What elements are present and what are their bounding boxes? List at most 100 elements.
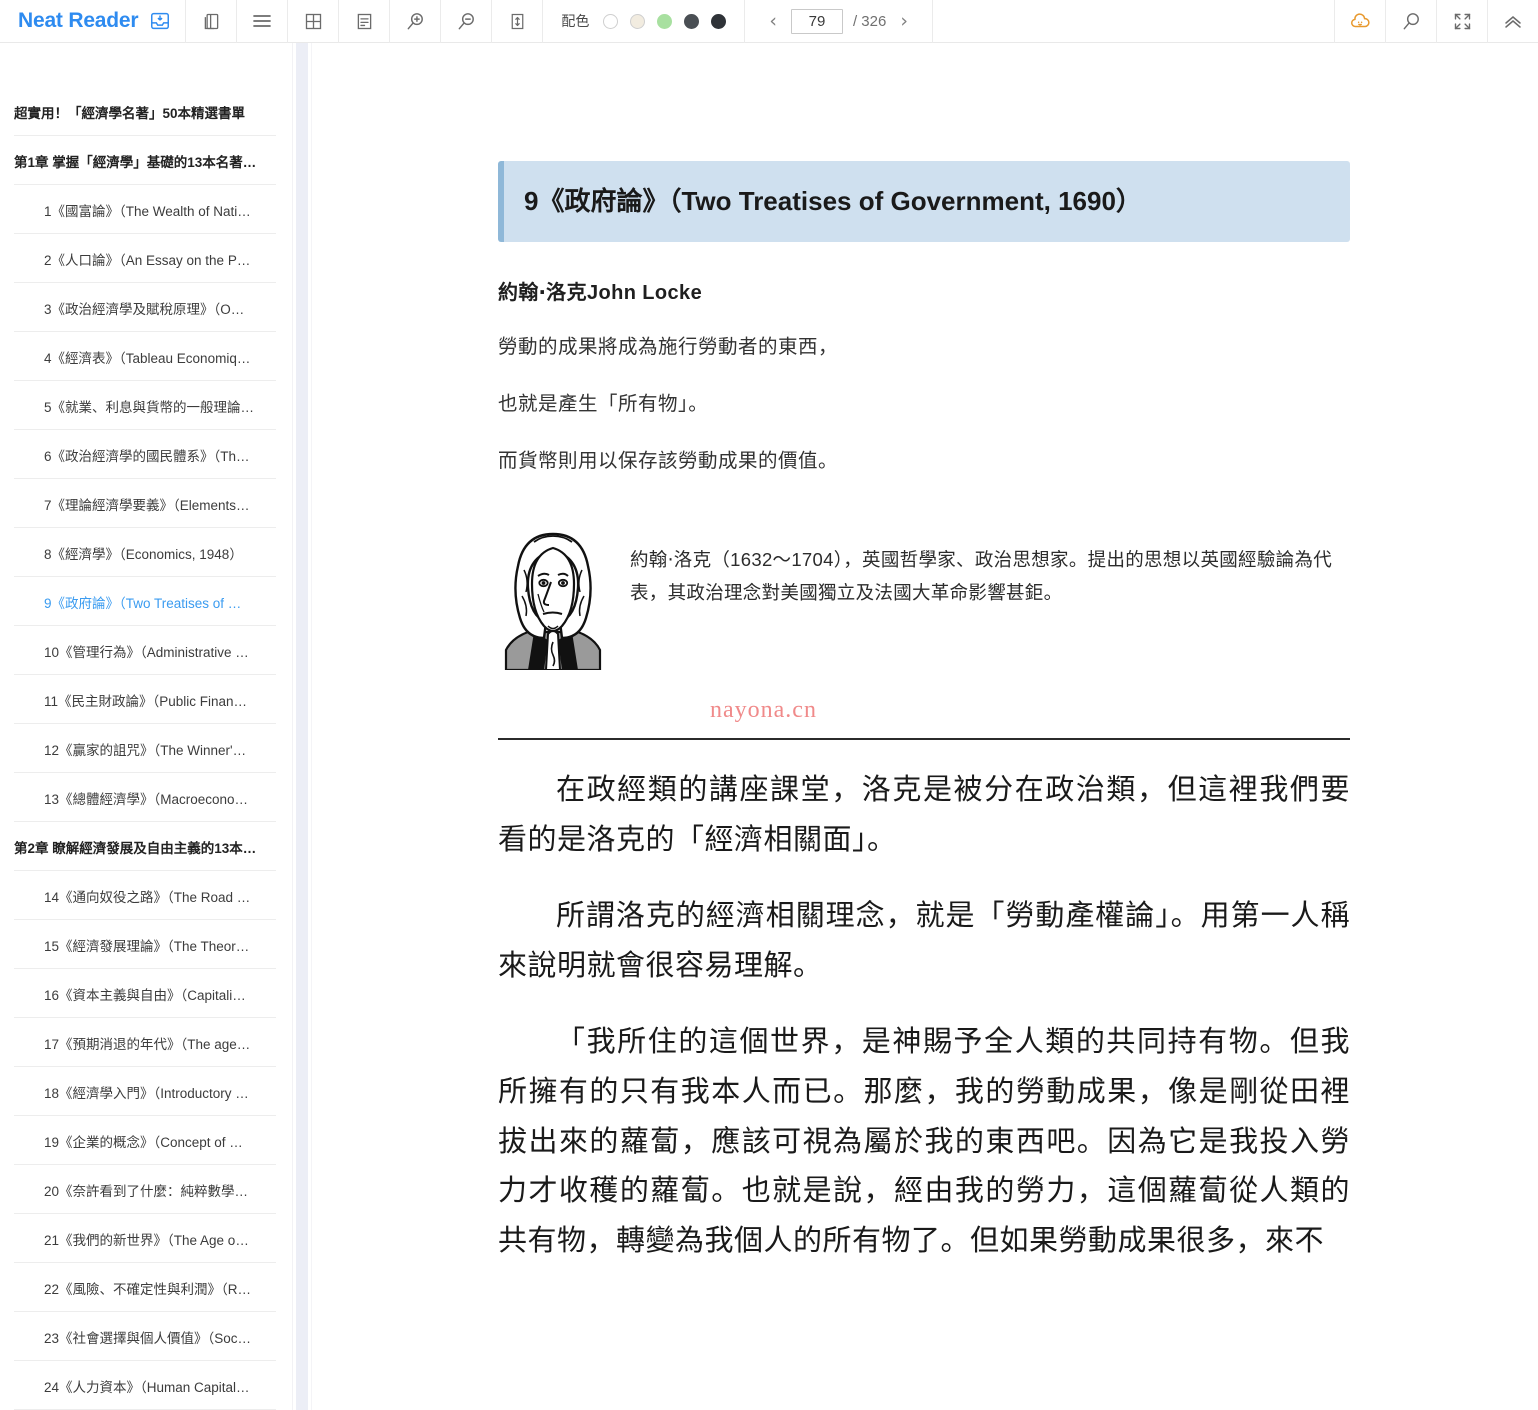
author-bio-text: 約翰‧洛克（1632～1704），英國哲學家、政治思想家。提出的思想以英國經驗論… <box>630 549 1333 604</box>
sidebar-item-label: 24《人力資本》（Human Capital… <box>44 1379 250 1395</box>
sidebar-item-26[interactable]: 24《人力資本》（Human Capital… <box>0 1361 290 1410</box>
sidebar-item-label: 4《經濟表》（Tableau Economiq… <box>44 350 251 366</box>
sidebar-resize-divider[interactable] <box>290 43 316 1410</box>
swatch-gray[interactable] <box>684 13 700 29</box>
sidebar-item-5[interactable]: 4《經濟表》（Tableau Economiq… <box>0 332 290 381</box>
divider-edge-right <box>311 43 312 1410</box>
sidebar-item-label: 7《理論經濟學要義》（Elements… <box>44 497 250 513</box>
sidebar-item-8[interactable]: 7《理論經濟學要義》（Elements… <box>0 479 290 528</box>
sidebar-item-18[interactable]: 16《資本主義與自由》（Capitali… <box>0 969 290 1018</box>
swatch-dark[interactable] <box>711 13 727 29</box>
zoom-in-icon[interactable] <box>390 0 440 43</box>
copy-pages-icon[interactable] <box>186 0 236 43</box>
menu-icon[interactable] <box>237 0 287 43</box>
sidebar-item-6[interactable]: 5《就業、利息與貨幣的一般理論… <box>0 381 290 430</box>
sidebar-item-label: 11《民主財政論》（Public Finan… <box>44 693 248 709</box>
sidebar-item-3[interactable]: 2《人口論》（An Essay on the P… <box>0 234 290 283</box>
sidebar-item-label: 9《政府論》（Two Treatises of … <box>44 595 242 611</box>
sidebar-item-13[interactable]: 12《贏家的詛咒》（The Winner'… <box>0 724 290 773</box>
swatch-cream[interactable] <box>630 13 646 29</box>
sidebar-item-label: 16《資本主義與自由》（Capitali… <box>44 987 246 1003</box>
sidebar-item-label: 2《人口論》（An Essay on the P… <box>44 252 251 268</box>
sidebar-item-17[interactable]: 15《經濟發展理論》（The Theor… <box>0 920 290 969</box>
sidebar-item-23[interactable]: 21《我們的新世界》（The Age o… <box>0 1214 290 1263</box>
sidebar-item-label: 21《我們的新世界》（The Age o… <box>44 1232 249 1248</box>
sidebar-item-7[interactable]: 6《政治經濟學的國民體系》（Th… <box>0 430 290 479</box>
sidebar-item-2[interactable]: 1《國富論》（The Wealth of Nati… <box>0 185 290 234</box>
cloud-sync-icon[interactable] <box>1335 0 1385 43</box>
toc-list: 超實用！「經濟學名著」50本精選書單第1章 掌握「經濟學」基礎的13本名著… 1《… <box>0 43 290 1410</box>
body-paragraph: 「我所住的這個世界，是神賜予全人類的共同持有物。但我所擁有的只有我本人而已。那麼… <box>498 1025 1350 1258</box>
sidebar-item-label: 第2章 瞭解經濟發展及自由主義的13本… <box>14 840 257 856</box>
body-paragraph: 所謂洛克的經濟相關理念，就是「勞動產權論」。用第一人稱來說明就會很容易理解。 <box>498 900 1350 982</box>
sidebar-item-label: 19《企業的概念》（Concept of … <box>44 1134 243 1150</box>
author-name: 約翰‧洛克John Locke <box>498 281 703 304</box>
brand-name: Neat Reader <box>18 9 139 32</box>
prev-page-button[interactable]: ‹ <box>765 11 781 31</box>
sidebar-item-label: 6《政治經濟學的國民體系》（Th… <box>44 448 250 464</box>
sidebar-item-0[interactable]: 超實用！「經濟學名著」50本精選書單 <box>0 87 290 136</box>
swatch-white[interactable] <box>603 13 619 29</box>
sidebar-item-22[interactable]: 20《奈許看到了什麼：純粹數學… <box>0 1165 290 1214</box>
brand: Neat Reader <box>0 0 185 43</box>
app-toolbar: Neat Reader 配色 ‹ 79 / 326 › <box>0 0 1538 43</box>
fullscreen-icon[interactable] <box>1437 0 1487 43</box>
sidebar-item-label: 15《經濟發展理論》（The Theor… <box>44 938 250 954</box>
lead-line-1: 勞動的成果將成為施行勞動者的東西， <box>498 335 839 358</box>
sidebar-item-label: 22《風險、不確定性與利潤》（R… <box>44 1281 252 1297</box>
sidebar-item-21[interactable]: 19《企業的概念》（Concept of … <box>0 1116 290 1165</box>
search-icon[interactable] <box>1386 0 1436 43</box>
color-scheme-group: 配色 <box>543 0 744 43</box>
sidebar-item-label: 23《社會選擇與個人價值》（Soc… <box>44 1330 252 1346</box>
section-rule <box>498 738 1350 741</box>
sidebar-item-4[interactable]: 3《政治經濟學及賦稅原理》（O… <box>0 283 290 332</box>
next-page-button[interactable]: › <box>896 11 912 31</box>
sidebar-item-9[interactable]: 8《經濟學》（Economics, 1948） <box>0 528 290 577</box>
sidebar-item-label: 10《管理行為》（Administrative … <box>44 644 249 660</box>
swatch-green[interactable] <box>657 13 673 29</box>
sidebar-item-19[interactable]: 17《預期消退的年代》（The age… <box>0 1018 290 1067</box>
sidebar-item-25[interactable]: 23《社會選擇與個人價值》（Soc… <box>0 1312 290 1361</box>
sidebar-item-label: 13《總體經濟學》（Macroecono… <box>44 791 249 807</box>
sidebar-item-label: 5《就業、利息與貨幣的一般理論… <box>44 399 255 415</box>
sidebar-item-label: 20《奈許看到了什麼：純粹數學… <box>44 1183 249 1199</box>
sidebar-item-12[interactable]: 11《民主財政論》（Public Finan… <box>0 675 290 724</box>
sidebar-item-20[interactable]: 18《經濟學入門》（Introductory … <box>0 1067 290 1116</box>
page-body: 9《政府論》（Two Treatises of Government, 1690… <box>316 43 1538 1267</box>
body-paragraph: 在政經類的講座課堂，洛克是被分在政治類，但這裡我們要看的是洛克的「經濟相關面」。 <box>498 774 1350 857</box>
collapse-up-icon[interactable] <box>1488 0 1538 43</box>
lead-line-2: 也就是產生「所有物」。 <box>498 392 709 415</box>
lead-line-3: 而貨幣則用以保存該勞動成果的價值。 <box>498 450 839 472</box>
sidebar-item-label: 12《贏家的詛咒》（The Winner'… <box>44 742 247 758</box>
book-content-pane[interactable]: 9《政府論》（Two Treatises of Government, 1690… <box>316 43 1538 1410</box>
page-number-input[interactable] <box>790 8 843 34</box>
sidebar-item-label: 14《通向奴役之路》（The Road … <box>44 889 251 905</box>
page-navigator: ‹ / 326 › <box>745 0 932 43</box>
sidebar-item-11[interactable]: 10《管理行為》（Administrative … <box>0 626 290 675</box>
sidebar-item-label: 超實用！「經濟學名著」50本精選書單 <box>14 105 246 121</box>
table-of-contents-sidebar[interactable]: 超實用！「經濟學名著」50本精選書單第1章 掌握「經濟學」基礎的13本名著… 1《… <box>0 43 290 1410</box>
color-scheme-label: 配色 <box>561 13 590 29</box>
watermark: nayona.cn <box>710 697 817 724</box>
sidebar-item-label: 17《預期消退的年代》（The age… <box>44 1036 251 1052</box>
zoom-out-icon[interactable] <box>441 0 491 43</box>
john-locke-portrait <box>498 522 608 675</box>
library-save-icon[interactable] <box>149 10 171 32</box>
sidebar-item-15[interactable]: 第2章 瞭解經濟發展及自由主義的13本… <box>0 822 290 871</box>
sidebar-item-1[interactable]: 第1章 掌握「經濟學」基礎的13本名著… <box>0 136 290 185</box>
divider-edge-left <box>292 43 293 1410</box>
grid-view-icon[interactable] <box>288 0 338 43</box>
sidebar-item-label: 1《國富論》（The Wealth of Nati… <box>44 203 251 219</box>
notes-icon[interactable] <box>339 0 389 43</box>
sidebar-item-label: 3《政治經濟學及賦稅原理》（O… <box>44 301 245 317</box>
sidebar-item-24[interactable]: 22《風險、不確定性與利潤》（R… <box>0 1263 290 1312</box>
sidebar-item-label: 8《經濟學》（Economics, 1948） <box>44 546 243 562</box>
sidebar-item-14[interactable]: 13《總體經濟學》（Macroecono… <box>0 773 290 822</box>
sidebar-item-16[interactable]: 14《通向奴役之路》（The Road … <box>0 871 290 920</box>
line-height-icon[interactable] <box>492 0 542 43</box>
page-total-label: / 326 <box>852 12 887 30</box>
divider-track[interactable] <box>296 43 308 1410</box>
sidebar-item-10[interactable]: 9《政府論》（Two Treatises of … <box>0 577 290 626</box>
author-bio-block: 約翰‧洛克（1632～1704），英國哲學家、政治思想家。提出的思想以英國經驗論… <box>498 522 1350 675</box>
